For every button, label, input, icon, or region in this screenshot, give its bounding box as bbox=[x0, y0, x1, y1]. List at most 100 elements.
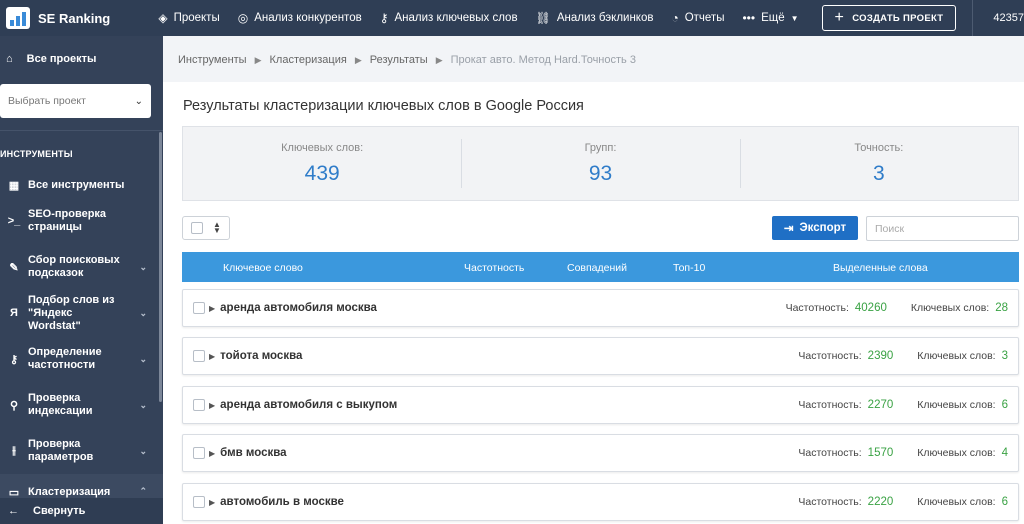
expand-triangle-icon[interactable]: ▶ bbox=[209, 304, 215, 313]
row-keyword-count: Ключевых слов: 4 bbox=[917, 447, 1008, 459]
account-id[interactable]: 42357 bbox=[993, 12, 1024, 24]
row-keyword: бмв москва bbox=[220, 447, 287, 459]
nav-projects[interactable]: ◈ Проекты bbox=[149, 0, 228, 36]
row-keyword: аренда автомобиля москва bbox=[220, 302, 377, 314]
row-meta: Частотность: 2390 Ключевых слов: 3 bbox=[798, 338, 1008, 374]
col-keyword[interactable]: Ключевое слово bbox=[223, 262, 303, 274]
expand-triangle-icon[interactable]: ▶ bbox=[209, 401, 215, 410]
nav-backlinks[interactable]: ⛓ Анализ бэклинков bbox=[527, 0, 663, 36]
row-checkbox[interactable] bbox=[193, 399, 205, 411]
sidebar-item-seo-check[interactable]: >_ SEO-проверка страницы bbox=[0, 198, 163, 244]
sidebar-item-label: Подбор слов из "Яндекс Wordstat" bbox=[28, 293, 115, 332]
stat-label: Ключевых слов: bbox=[281, 141, 364, 154]
select-all-checkbox[interactable] bbox=[191, 222, 203, 234]
sidebar: ⌂ Все проекты Выбрать проект ⌄ ИНСТРУМЕНТЫ… bbox=[0, 36, 163, 524]
all-projects-link[interactable]: ⌂ Все проекты bbox=[0, 36, 163, 82]
row-keyword: тойота москва bbox=[220, 350, 303, 362]
sidebar-item-wordstat[interactable]: Я Подбор слов из "Яндекс Wordstat" ⌄ bbox=[0, 290, 163, 336]
pencil-icon: ✎ bbox=[9, 261, 19, 274]
nav-label: Анализ конкурентов bbox=[254, 12, 362, 24]
frequency-label: Частотность: bbox=[798, 399, 862, 411]
sliders-icon: ⫲ bbox=[12, 444, 16, 457]
table-row[interactable]: ▶ автомобиль в москве Частотность: 2220 Ключ… bbox=[182, 483, 1019, 521]
row-checkbox[interactable] bbox=[193, 350, 205, 362]
table-row[interactable]: ▶ тойота москва Частотность: 2390 Ключевых с… bbox=[182, 337, 1019, 375]
chevron-right-icon: ▶ bbox=[354, 54, 362, 65]
keyword-count-label: Ключевых слов: bbox=[910, 302, 990, 314]
nav-reports[interactable]: ◔ Отчеты bbox=[662, 0, 733, 36]
frequency-value: 1570 bbox=[867, 447, 894, 459]
expand-triangle-icon[interactable]: ▶ bbox=[209, 352, 215, 361]
row-checkbox[interactable] bbox=[193, 496, 205, 508]
link-icon: ⛓ bbox=[535, 11, 551, 25]
sidebar-item-indexing[interactable]: ⚲ Проверка индексации ⌄ bbox=[0, 382, 163, 428]
pie-chart-icon: ◔ bbox=[671, 11, 679, 25]
create-project-button[interactable]: + СОЗДАТЬ ПРОЕКТ bbox=[821, 5, 957, 31]
col-matches[interactable]: Совпадений bbox=[567, 262, 627, 274]
target-icon: ◎ bbox=[237, 11, 249, 25]
breadcrumb-clustering[interactable]: Кластеризация bbox=[270, 54, 347, 66]
select-all-dropdown[interactable]: ▲ ▼ bbox=[182, 216, 230, 240]
breadcrumb-results[interactable]: Результаты bbox=[370, 54, 428, 66]
nav-competitors[interactable]: ◎ Анализ конкурентов bbox=[229, 0, 371, 36]
col-top10[interactable]: Топ-10 bbox=[673, 262, 705, 274]
top-nav: ◈ Проекты ◎ Анализ конкурентов ⚷ Анализ клю… bbox=[149, 0, 807, 36]
sidebar-scrollbar[interactable] bbox=[159, 132, 162, 402]
breadcrumb-tools[interactable]: Инструменты bbox=[178, 54, 247, 66]
home-icon: ⌂ bbox=[6, 53, 13, 65]
row-checkbox[interactable] bbox=[193, 447, 205, 459]
stat-value: 439 bbox=[304, 161, 340, 185]
sidebar-item-frequency[interactable]: ⚷ Определение частотности ⌄ bbox=[0, 336, 163, 382]
chevron-down-icon: ⌄ bbox=[139, 307, 147, 318]
row-keyword-count: Ключевых слов: 6 bbox=[917, 399, 1008, 411]
top-bar: SE Ranking ◈ Проекты ◎ Анализ конкурентов … bbox=[0, 0, 1024, 36]
sort-updown-icon: ▲ ▼ bbox=[213, 220, 221, 235]
search-input[interactable] bbox=[866, 216, 1019, 241]
logo[interactable]: SE Ranking bbox=[0, 7, 149, 29]
expand-triangle-icon[interactable]: ▶ bbox=[209, 449, 215, 458]
page-title: Результаты кластеризации ключевых слов в… bbox=[183, 98, 584, 114]
expand-triangle-icon[interactable]: ▶ bbox=[209, 498, 215, 507]
sidebar-item-parameters[interactable]: ⫲ Проверка параметров ⌄ bbox=[0, 428, 163, 474]
chevron-up-icon: ⌃ bbox=[139, 486, 147, 496]
row-frequency: Частотность: 2270 bbox=[798, 399, 893, 411]
frequency-value: 40260 bbox=[854, 302, 887, 314]
chevron-down-icon: ▼ bbox=[790, 13, 799, 23]
keyword-count-label: Ключевых слов: bbox=[917, 399, 996, 411]
nav-more[interactable]: ••• Ещё ▼ bbox=[733, 0, 807, 36]
chevron-down-icon: ⌄ bbox=[139, 399, 147, 410]
frequency-label: Частотность: bbox=[798, 496, 862, 508]
sidebar-item-suggestions[interactable]: ✎ Сбор поисковых подсказок ⌄ bbox=[0, 244, 163, 290]
table-row[interactable]: ▶ аренда автомобиля москва Частотность: 402… bbox=[182, 289, 1019, 327]
frequency-value: 2390 bbox=[867, 350, 894, 362]
row-frequency: Частотность: 1570 bbox=[798, 447, 893, 459]
chevron-down-icon: ⌄ bbox=[134, 95, 143, 107]
row-checkbox[interactable] bbox=[193, 302, 205, 314]
more-dots-icon: ••• bbox=[742, 11, 756, 25]
table-row[interactable]: ▶ аренда автомобиля с выкупом Частотность:… bbox=[182, 386, 1019, 424]
terminal-icon: >_ bbox=[7, 215, 21, 227]
results-panel: Результаты кластеризации ключевых слов в… bbox=[163, 82, 1024, 524]
stat-accuracy: Точность: 3 bbox=[739, 127, 1018, 200]
chevron-right-icon: ▶ bbox=[254, 54, 262, 65]
sidebar-item-all-tools[interactable]: ▦ Все инструменты bbox=[0, 172, 163, 198]
frequency-value: 2220 bbox=[867, 496, 894, 508]
create-project-label: СОЗДАТЬ ПРОЕКТ bbox=[852, 12, 944, 24]
plus-icon: + bbox=[834, 9, 845, 26]
export-button[interactable]: ⇥ Экспорт bbox=[772, 216, 858, 240]
yandex-icon: Я bbox=[10, 307, 18, 319]
arrow-left-icon: ← bbox=[8, 505, 19, 517]
keyword-count-value: 3 bbox=[1001, 350, 1008, 362]
chevron-right-icon: ▶ bbox=[435, 54, 443, 65]
nav-keyword-analysis[interactable]: ⚷ Анализ ключевых слов bbox=[371, 0, 527, 36]
key-icon: ⚷ bbox=[379, 11, 389, 25]
table-row[interactable]: ▶ бмв москва Частотность: 1570 Ключевых слов… bbox=[182, 434, 1019, 472]
chevron-down-icon: ⌄ bbox=[139, 261, 147, 272]
project-select[interactable]: Выбрать проект ⌄ bbox=[0, 84, 151, 118]
results-toolbar: ▲ ▼ ⇥ Экспорт bbox=[182, 216, 1019, 242]
keyword-count-value: 28 bbox=[995, 302, 1008, 314]
stat-value: 93 bbox=[588, 161, 613, 185]
col-frequency[interactable]: Частотность bbox=[464, 262, 524, 274]
grid-icon: ▦ bbox=[8, 179, 20, 192]
collapse-sidebar-button[interactable]: ← Свернуть bbox=[0, 498, 163, 524]
